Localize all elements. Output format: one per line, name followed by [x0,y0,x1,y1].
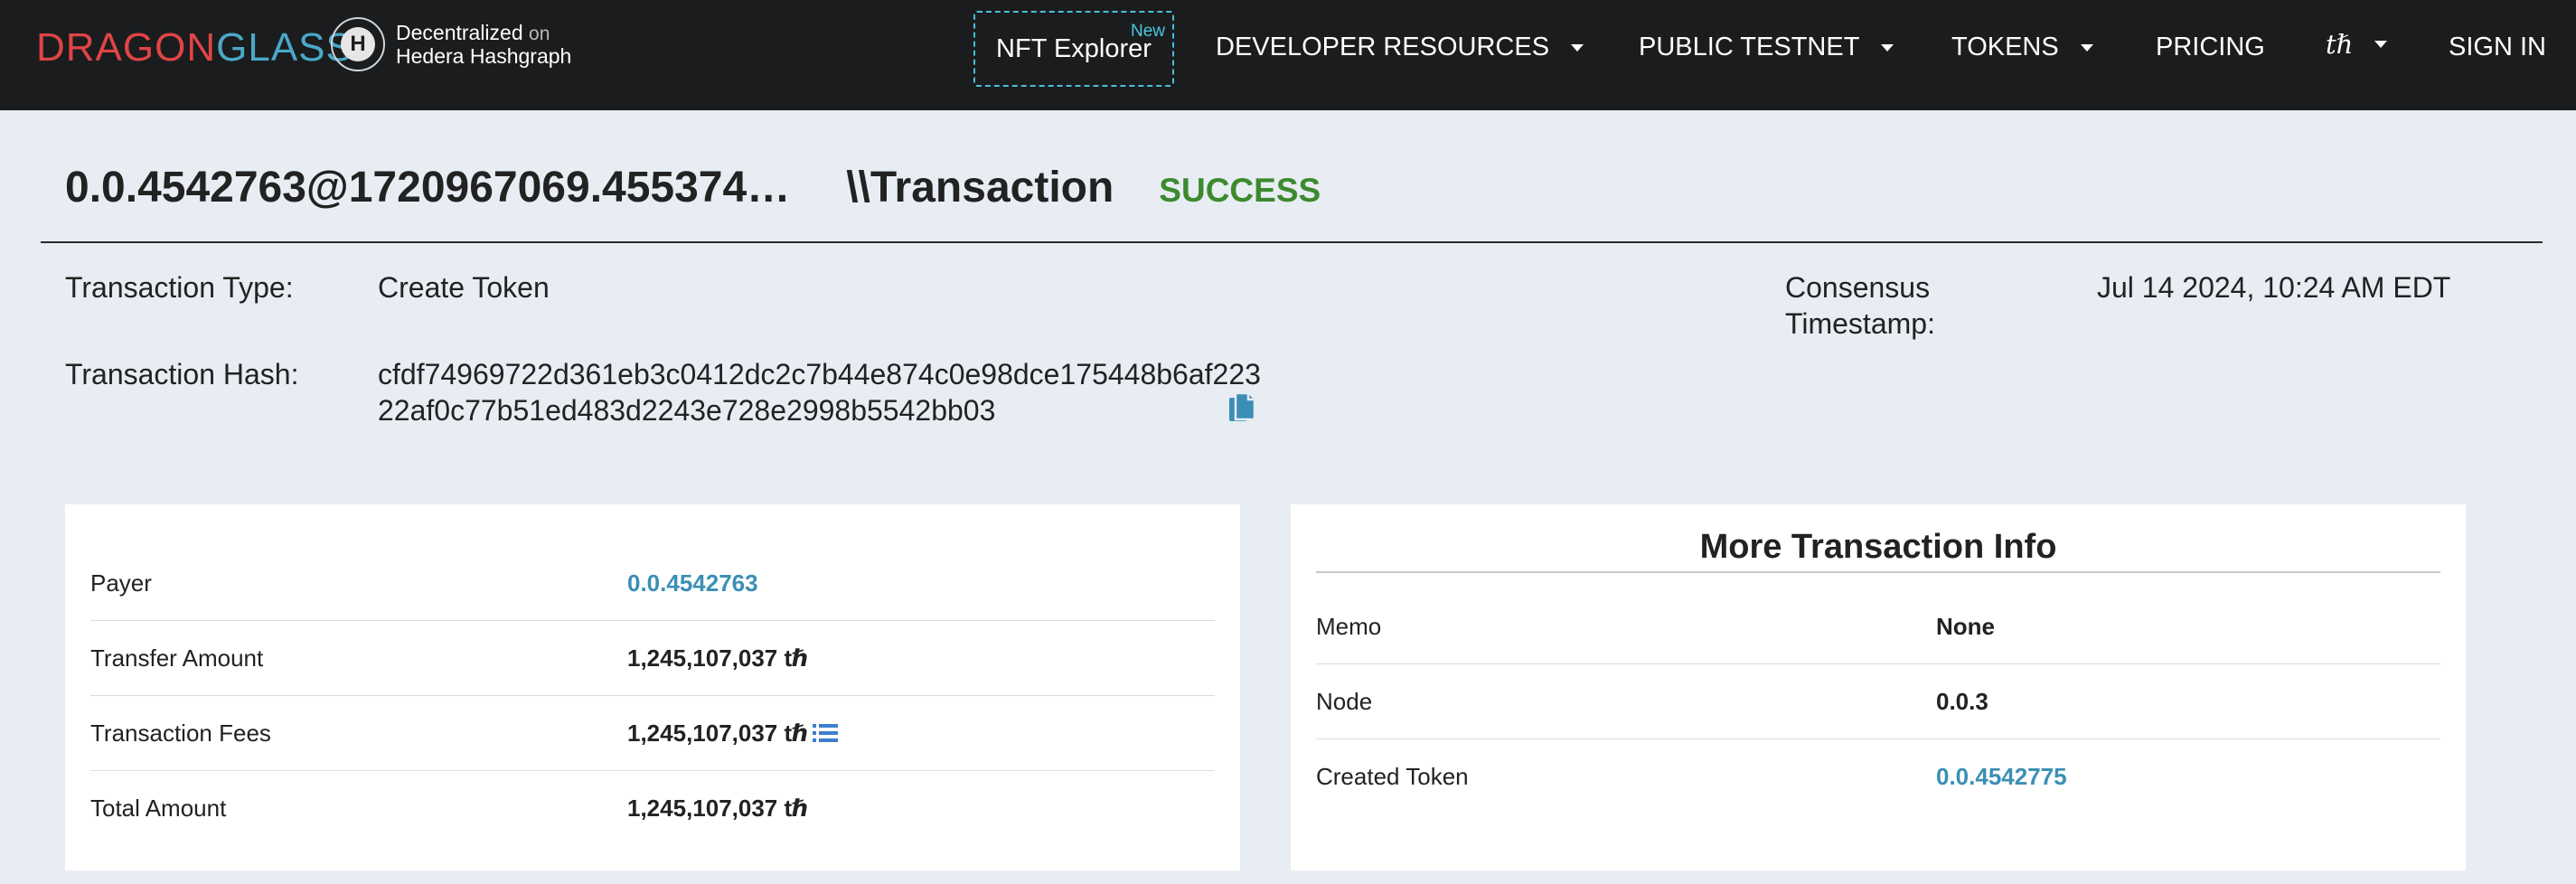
consensus-timestamp: Jul 14 2024, 10:24 AM EDT [2097,271,2451,304]
nav-testnet-label: PUBLIC TESTNET [1639,33,1860,61]
node-label: Node [1316,687,1373,715]
consensus-label-line1: Consensus [1785,271,1931,304]
transaction-kind: \\Transaction [846,164,1114,212]
hedera-badge[interactable]: H Decentralized on Hedera Hashgraph [331,14,571,74]
currency-selector[interactable]: tℏ [2326,29,2388,60]
transaction-type-value: Create Token [378,271,550,304]
memo-label: Memo [1316,612,1382,640]
copy-icon[interactable] [1227,392,1256,427]
card-title-divider [1316,571,2440,573]
chevron-down-icon [2080,43,2093,52]
sign-in-link[interactable]: SIGN IN [2449,33,2546,62]
created-token-label: Created Token [1316,763,1469,790]
payer-label: Payer [90,569,152,597]
logo-dragon-text: DRAGON [36,25,217,70]
top-navbar: DRAGONGLASS H Decentralized on Hedera Ha… [0,0,2576,110]
nft-explorer-button[interactable]: NFT Explorer New [973,11,1174,87]
transaction-fees-value: 1,245,107,037 tℏ [627,719,809,747]
transfer-amount-value: 1,245,107,037 tℏ [627,644,809,672]
total-amount-label: Total Amount [90,795,227,822]
transaction-hash-line1: cfdf74969722d361eb3c0412dc2c7b44e874c0e9… [378,358,1261,390]
table-row: Node 0.0.3 [1316,664,2440,739]
transfer-amount-label: Transfer Amount [90,644,264,672]
nav-pricing[interactable]: PRICING [2156,33,2265,62]
status-badge: SUCCESS [1159,172,1321,209]
card-title: More Transaction Info [1699,528,2057,566]
nav-public-testnet[interactable]: PUBLIC TESTNET [1639,33,1894,62]
hedera-line1: Decentralized [396,20,523,44]
memo-value: None [1936,612,1995,640]
transaction-id: 0.0.4542763@1720967069.455374… [65,164,791,212]
nav-developer-label: DEVELOPER RESOURCES [1216,33,1550,61]
nav-tokens[interactable]: TOKENS [1951,33,2093,62]
consensus-label: Consensus Timestamp: [1785,269,1935,342]
nav-tokens-label: TOKENS [1951,33,2059,61]
hedera-line2: Hedera Hashgraph [396,43,572,68]
nav-pricing-label: PRICING [2156,33,2265,61]
nft-explorer-label: NFT Explorer [996,33,1152,63]
nav-developer-resources[interactable]: DEVELOPER RESOURCES [1216,33,1584,62]
table-row: Transaction Fees 1,245,107,037 tℏ [90,696,1215,771]
table-row: Memo None [1316,589,2440,664]
new-badge: New [1130,22,1165,41]
hedera-tagline: Decentralized on Hedera Hashgraph [396,20,572,68]
dragonglass-logo[interactable]: DRAGONGLASS [36,25,353,71]
table-row: Transfer Amount 1,245,107,037 tℏ [90,621,1215,696]
total-amount-value: 1,245,107,037 tℏ [627,795,809,822]
sign-in-label: SIGN IN [2449,33,2546,61]
consensus-label-line2: Timestamp: [1785,307,1935,340]
table-row: Created Token 0.0.4542775 [1316,739,2440,814]
fee-breakdown-list-icon[interactable] [812,723,838,743]
payer-account-link[interactable]: 0.0.4542763 [627,569,758,597]
currency-label: tℏ [2326,29,2354,60]
chevron-down-icon [1571,43,1584,52]
transaction-summary-card: Payer 0.0.4542763 Transfer Amount 1,245,… [65,504,1240,870]
chevron-down-icon [1881,43,1894,52]
table-row: Total Amount 1,245,107,037 tℏ [90,771,1215,846]
transaction-heading: 0.0.4542763@1720967069.455374… \\Transac… [65,163,1321,212]
more-transaction-info-card: More Transaction Info Memo None Node 0.0… [1291,504,2466,870]
transaction-hash-label: Transaction Hash: [65,358,299,390]
heading-divider [41,241,2543,243]
transaction-type-label: Transaction Type: [65,271,294,304]
hedera-logo-mark: H [341,27,375,61]
hedera-logo-icon: H [331,17,385,71]
created-token-link[interactable]: 0.0.4542775 [1936,763,2067,791]
node-value: 0.0.3 [1936,687,1988,715]
transaction-fees-cell: 1,245,107,037 tℏ [627,719,838,748]
transaction-hash-line2: 22af0c77b51ed483d2243e728e2998b5542bb03 [378,394,996,427]
table-row: Payer 0.0.4542763 [90,546,1215,621]
hedera-on: on [529,23,550,44]
transaction-fees-label: Transaction Fees [90,719,271,747]
chevron-down-icon [2374,41,2388,48]
